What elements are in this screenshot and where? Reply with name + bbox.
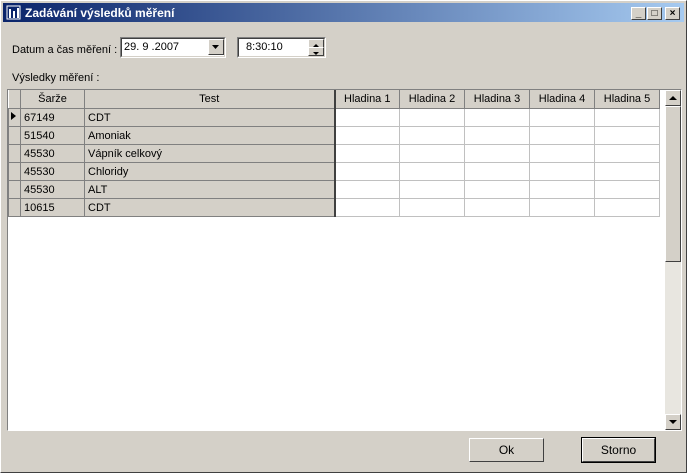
- cell-level-3[interactable]: [464, 144, 530, 163]
- corner-header: [8, 90, 21, 109]
- minimize-icon[interactable]: _: [631, 7, 646, 20]
- row-header[interactable]: [8, 144, 21, 163]
- cell-test[interactable]: Amoniak: [84, 126, 336, 145]
- table-row[interactable]: 45530 Vápník celkový: [8, 144, 660, 163]
- close-icon[interactable]: ×: [665, 7, 680, 20]
- maximize-icon[interactable]: □: [647, 7, 662, 20]
- cell-level-4[interactable]: [529, 180, 595, 199]
- cell-batch[interactable]: 10615: [20, 198, 85, 217]
- column-header-level-3[interactable]: Hladina 3: [464, 90, 530, 109]
- cell-level-4[interactable]: [529, 144, 595, 163]
- cell-level-4[interactable]: [529, 108, 595, 127]
- window-title: Zadávání výsledků měření: [25, 6, 175, 20]
- cell-level-4[interactable]: [529, 126, 595, 145]
- cell-level-5[interactable]: [594, 126, 660, 145]
- column-header-level-1[interactable]: Hladina 1: [334, 90, 400, 109]
- cell-batch[interactable]: 45530: [20, 144, 85, 163]
- chevron-down-icon[interactable]: [208, 39, 224, 55]
- cell-batch[interactable]: 45530: [20, 162, 85, 181]
- cell-level-5[interactable]: [594, 180, 660, 199]
- column-header-level-4[interactable]: Hladina 4: [529, 90, 595, 109]
- date-picker[interactable]: 29. 9 .2007: [120, 37, 226, 58]
- cell-test[interactable]: CDT: [84, 108, 336, 127]
- row-header[interactable]: [8, 180, 21, 199]
- table-row[interactable]: 45530 ALT: [8, 180, 660, 199]
- cell-level-3[interactable]: [464, 162, 530, 181]
- cell-level-1[interactable]: [334, 144, 400, 163]
- cell-level-2[interactable]: [399, 108, 465, 127]
- scroll-up-icon[interactable]: [665, 90, 681, 106]
- table-row[interactable]: 67149 CDT: [8, 108, 660, 127]
- scroll-down-icon[interactable]: [665, 414, 681, 430]
- cell-level-3[interactable]: [464, 126, 530, 145]
- title-bar[interactable]: Zadávání výsledků měření _ □ ×: [3, 3, 684, 22]
- current-row-arrow-icon: [11, 112, 16, 120]
- table-row[interactable]: 51540 Amoniak: [8, 126, 660, 145]
- cell-batch[interactable]: 45530: [20, 180, 85, 199]
- table-row[interactable]: 45530 Chloridy: [8, 162, 660, 181]
- column-header-level-2[interactable]: Hladina 2: [399, 90, 465, 109]
- column-header-batch[interactable]: Šarže: [20, 90, 85, 109]
- cell-level-3[interactable]: [464, 108, 530, 127]
- cell-level-1[interactable]: [334, 162, 400, 181]
- scrollbar-thumb[interactable]: [665, 106, 681, 262]
- cell-batch[interactable]: 67149: [20, 108, 85, 127]
- cell-test[interactable]: ALT: [84, 180, 336, 199]
- cell-test[interactable]: Chloridy: [84, 162, 336, 181]
- cell-level-4[interactable]: [529, 162, 595, 181]
- row-header[interactable]: [8, 126, 21, 145]
- cell-level-1[interactable]: [334, 198, 400, 217]
- cell-level-2[interactable]: [399, 180, 465, 199]
- cell-level-2[interactable]: [399, 126, 465, 145]
- cell-level-5[interactable]: [594, 108, 660, 127]
- cell-level-2[interactable]: [399, 144, 465, 163]
- cell-level-4[interactable]: [529, 198, 595, 217]
- cell-level-2[interactable]: [399, 162, 465, 181]
- cell-level-5[interactable]: [594, 144, 660, 163]
- results-label: Výsledky měření :: [12, 72, 100, 84]
- row-header[interactable]: [8, 198, 21, 217]
- time-spinner[interactable]: 8:30:10: [237, 37, 326, 58]
- cell-level-1[interactable]: [334, 180, 400, 199]
- datetime-label: Datum a čas měření :: [12, 44, 118, 56]
- cell-batch[interactable]: 51540: [20, 126, 85, 145]
- results-table: Šarže Test Hladina 1 Hladina 2 Hladina 3…: [8, 90, 660, 217]
- time-value[interactable]: 8:30:10: [246, 41, 283, 53]
- cancel-button[interactable]: Storno: [581, 437, 656, 463]
- vertical-scrollbar[interactable]: [665, 90, 681, 430]
- row-header[interactable]: [8, 108, 21, 127]
- date-value[interactable]: 29. 9 .2007: [124, 41, 179, 53]
- app-icon: [6, 5, 21, 20]
- cell-level-5[interactable]: [594, 162, 660, 181]
- cell-level-2[interactable]: [399, 198, 465, 217]
- cell-level-1[interactable]: [334, 126, 400, 145]
- table-row[interactable]: 10615 CDT: [8, 198, 660, 217]
- cell-test[interactable]: Vápník celkový: [84, 144, 336, 163]
- dialog-window: Zadávání výsledků měření _ □ × Datum a č…: [0, 0, 687, 473]
- ok-button[interactable]: Ok: [469, 438, 544, 462]
- spin-down-icon[interactable]: [308, 47, 324, 56]
- cell-level-1[interactable]: [334, 108, 400, 127]
- column-header-test[interactable]: Test: [84, 90, 336, 109]
- column-header-level-5[interactable]: Hladina 5: [594, 90, 660, 109]
- results-grid[interactable]: Šarže Test Hladina 1 Hladina 2 Hladina 3…: [7, 89, 682, 431]
- cell-test[interactable]: CDT: [84, 198, 336, 217]
- row-header[interactable]: [8, 162, 21, 181]
- cell-level-3[interactable]: [464, 180, 530, 199]
- cell-level-5[interactable]: [594, 198, 660, 217]
- cell-level-3[interactable]: [464, 198, 530, 217]
